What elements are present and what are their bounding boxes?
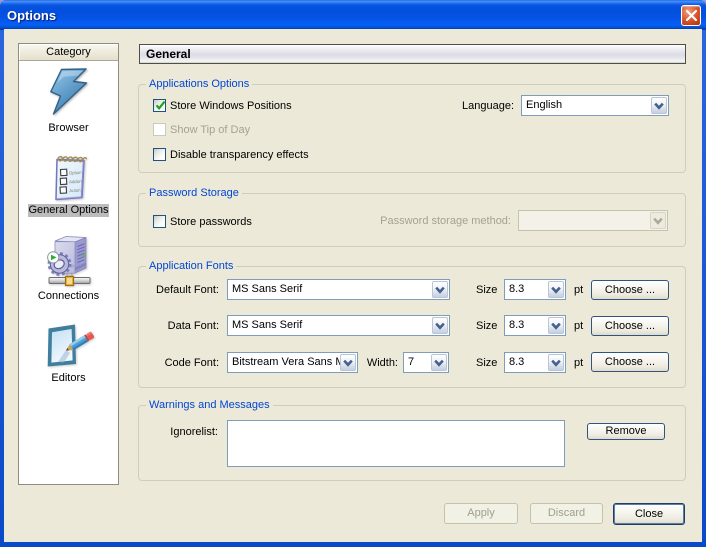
svg-text:Autori: Autori xyxy=(69,188,81,194)
svg-text:Addon: Addon xyxy=(69,179,82,185)
svg-text:Option: Option xyxy=(69,170,82,176)
